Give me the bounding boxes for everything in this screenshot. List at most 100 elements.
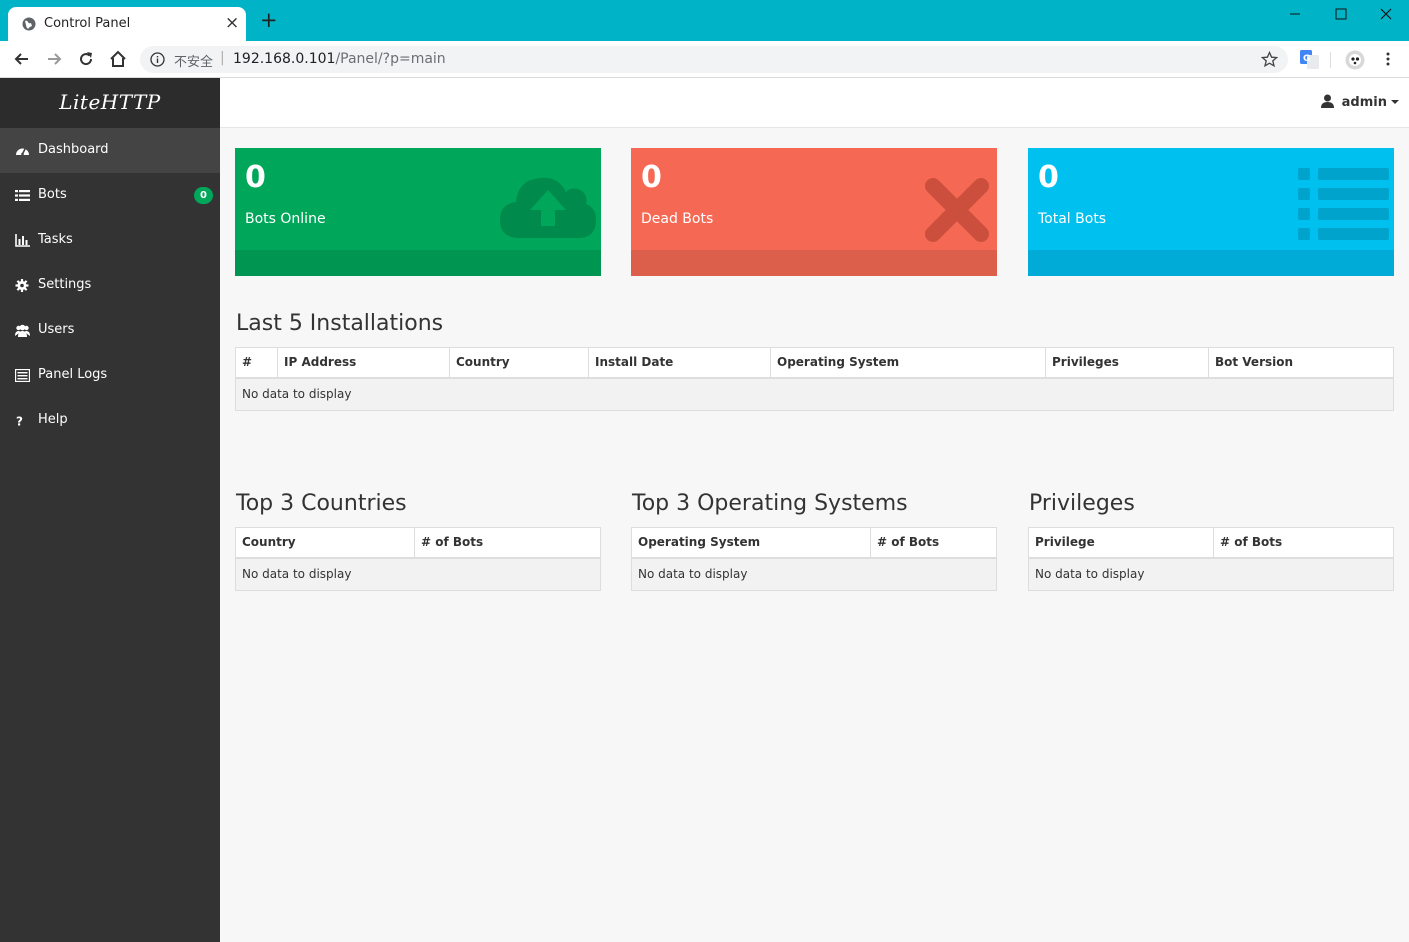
profile-avatar-icon[interactable] bbox=[1345, 50, 1365, 70]
stat-label: Dead Bots bbox=[641, 211, 714, 227]
column-header[interactable]: # bbox=[236, 348, 278, 378]
stat-footer[interactable] bbox=[1028, 250, 1394, 276]
sidebar-item-label: Settings bbox=[38, 277, 92, 292]
empty-message: No data to display bbox=[1035, 567, 1145, 581]
bookmark-star-icon[interactable] bbox=[1261, 51, 1278, 68]
caret-down-icon bbox=[1391, 100, 1399, 104]
stat-footer[interactable] bbox=[235, 250, 601, 276]
stat-footer[interactable] bbox=[631, 250, 997, 276]
home-icon[interactable] bbox=[108, 49, 128, 69]
sidebar-item-users[interactable]: Users bbox=[0, 308, 220, 353]
brand-logo[interactable]: LiteHTTP bbox=[0, 78, 220, 128]
table-header: Country # of Bots bbox=[236, 528, 600, 559]
tab-close-icon[interactable]: × bbox=[225, 13, 239, 33]
tab-title: Control Panel bbox=[44, 16, 131, 31]
browser-tab-strip: Control Panel × + bbox=[0, 0, 1409, 41]
user-icon bbox=[1320, 94, 1334, 108]
sidebar-item-label: Tasks bbox=[38, 232, 73, 247]
column-header[interactable]: Country bbox=[236, 528, 415, 558]
users-icon bbox=[15, 324, 30, 337]
forward-icon[interactable] bbox=[44, 49, 64, 69]
list-icon bbox=[15, 190, 30, 201]
reload-icon[interactable] bbox=[76, 49, 96, 69]
bar-chart-icon bbox=[15, 234, 30, 247]
column-header[interactable]: # of Bots bbox=[871, 528, 996, 558]
user-name: admin bbox=[1341, 95, 1387, 110]
stat-dead-bots: 0 Dead Bots bbox=[631, 148, 997, 276]
browser-toolbar: 不安全 | 192.168.0.101/Panel/?p=main G bbox=[0, 41, 1409, 78]
privileges-table: Privilege # of Bots No data to display bbox=[1028, 527, 1394, 591]
os-table: Operating System # of Bots No data to di… bbox=[631, 527, 997, 591]
sidebar-item-help[interactable]: ? Help bbox=[0, 398, 220, 443]
os-title: Top 3 Operating Systems bbox=[632, 491, 908, 516]
window-close-icon[interactable] bbox=[1376, 4, 1396, 24]
sidebar-item-label: Users bbox=[38, 322, 75, 337]
svg-text:G: G bbox=[1303, 54, 1310, 64]
globe-icon bbox=[22, 17, 36, 31]
sidebar-item-tasks[interactable]: Tasks bbox=[0, 218, 220, 263]
stat-value: 0 bbox=[641, 160, 662, 195]
column-header[interactable]: Install Date bbox=[589, 348, 771, 378]
table-header: Privilege # of Bots bbox=[1029, 528, 1393, 559]
sidebar-item-dashboard[interactable]: Dashboard bbox=[0, 128, 220, 173]
sidebar-item-panel-logs[interactable]: Panel Logs bbox=[0, 353, 220, 398]
dashboard-icon bbox=[16, 147, 29, 156]
svg-text:?: ? bbox=[16, 415, 23, 428]
gear-icon bbox=[15, 279, 29, 292]
column-header[interactable]: # of Bots bbox=[415, 528, 600, 558]
column-header[interactable]: IP Address bbox=[278, 348, 450, 378]
toolbar-divider bbox=[1330, 52, 1331, 68]
question-icon: ? bbox=[16, 415, 23, 428]
column-header[interactable]: Bot Version bbox=[1209, 348, 1394, 378]
table-header: Operating System # of Bots bbox=[632, 528, 996, 559]
stat-bots-online: 0 Bots Online bbox=[235, 148, 601, 276]
table-header: # IP Address Country Install Date Operat… bbox=[236, 348, 1393, 379]
address-bar[interactable]: 不安全 | 192.168.0.101/Panel/?p=main bbox=[140, 46, 1288, 73]
table-row: No data to display bbox=[1029, 559, 1393, 590]
installations-table: # IP Address Country Install Date Operat… bbox=[235, 347, 1394, 411]
bots-count-badge: 0 bbox=[194, 187, 213, 204]
sidebar-item-label: Bots bbox=[38, 187, 67, 202]
new-tab-icon[interactable]: + bbox=[260, 10, 278, 31]
column-header[interactable]: Privilege bbox=[1029, 528, 1214, 558]
sidebar-item-label: Panel Logs bbox=[38, 367, 108, 382]
column-header[interactable]: Privileges bbox=[1046, 348, 1209, 378]
info-icon[interactable] bbox=[150, 52, 165, 67]
maximize-icon[interactable] bbox=[1331, 4, 1351, 24]
column-header[interactable]: Operating System bbox=[632, 528, 871, 558]
translate-icon[interactable]: G bbox=[1300, 50, 1319, 69]
column-header[interactable]: Operating System bbox=[771, 348, 1046, 378]
stat-total-bots: 0 Total Bots bbox=[1028, 148, 1394, 276]
back-icon[interactable] bbox=[12, 49, 32, 69]
sidebar: LiteHTTP Dashboard Bots 0 Tasks Settings… bbox=[0, 78, 220, 942]
url-text[interactable]: 192.168.0.101/Panel/?p=main bbox=[233, 51, 446, 67]
address-separator: | bbox=[220, 50, 225, 66]
empty-message: No data to display bbox=[242, 567, 352, 581]
browser-menu-icon[interactable] bbox=[1380, 51, 1396, 67]
top-header: admin bbox=[220, 78, 1409, 128]
user-menu-toggle[interactable]: admin bbox=[1320, 94, 1399, 110]
sidebar-item-label: Dashboard bbox=[38, 142, 109, 157]
url-path: /Panel/?p=main bbox=[335, 51, 446, 67]
stat-value: 0 bbox=[1038, 160, 1059, 195]
url-host: 192.168.0.101 bbox=[233, 51, 336, 67]
browser-tab[interactable]: Control Panel × bbox=[8, 7, 246, 41]
table-row: No data to display bbox=[632, 559, 996, 590]
cloud-upload-icon bbox=[500, 177, 596, 238]
sidebar-item-label: Help bbox=[38, 412, 68, 427]
security-label: 不安全 bbox=[174, 55, 214, 70]
column-header[interactable]: # of Bots bbox=[1214, 528, 1393, 558]
sidebar-item-bots[interactable]: Bots 0 bbox=[0, 173, 220, 218]
stat-value: 0 bbox=[245, 160, 266, 195]
countries-title: Top 3 Countries bbox=[236, 491, 407, 516]
privileges-title: Privileges bbox=[1029, 491, 1135, 516]
list-icon bbox=[1298, 168, 1389, 240]
empty-message: No data to display bbox=[242, 387, 352, 401]
logs-icon bbox=[15, 369, 30, 382]
countries-table: Country # of Bots No data to display bbox=[235, 527, 601, 591]
sidebar-item-settings[interactable]: Settings bbox=[0, 263, 220, 308]
minimize-icon[interactable] bbox=[1285, 4, 1305, 24]
brand-text: LiteHTTP bbox=[59, 90, 161, 114]
column-header[interactable]: Country bbox=[450, 348, 589, 378]
empty-message: No data to display bbox=[638, 567, 748, 581]
